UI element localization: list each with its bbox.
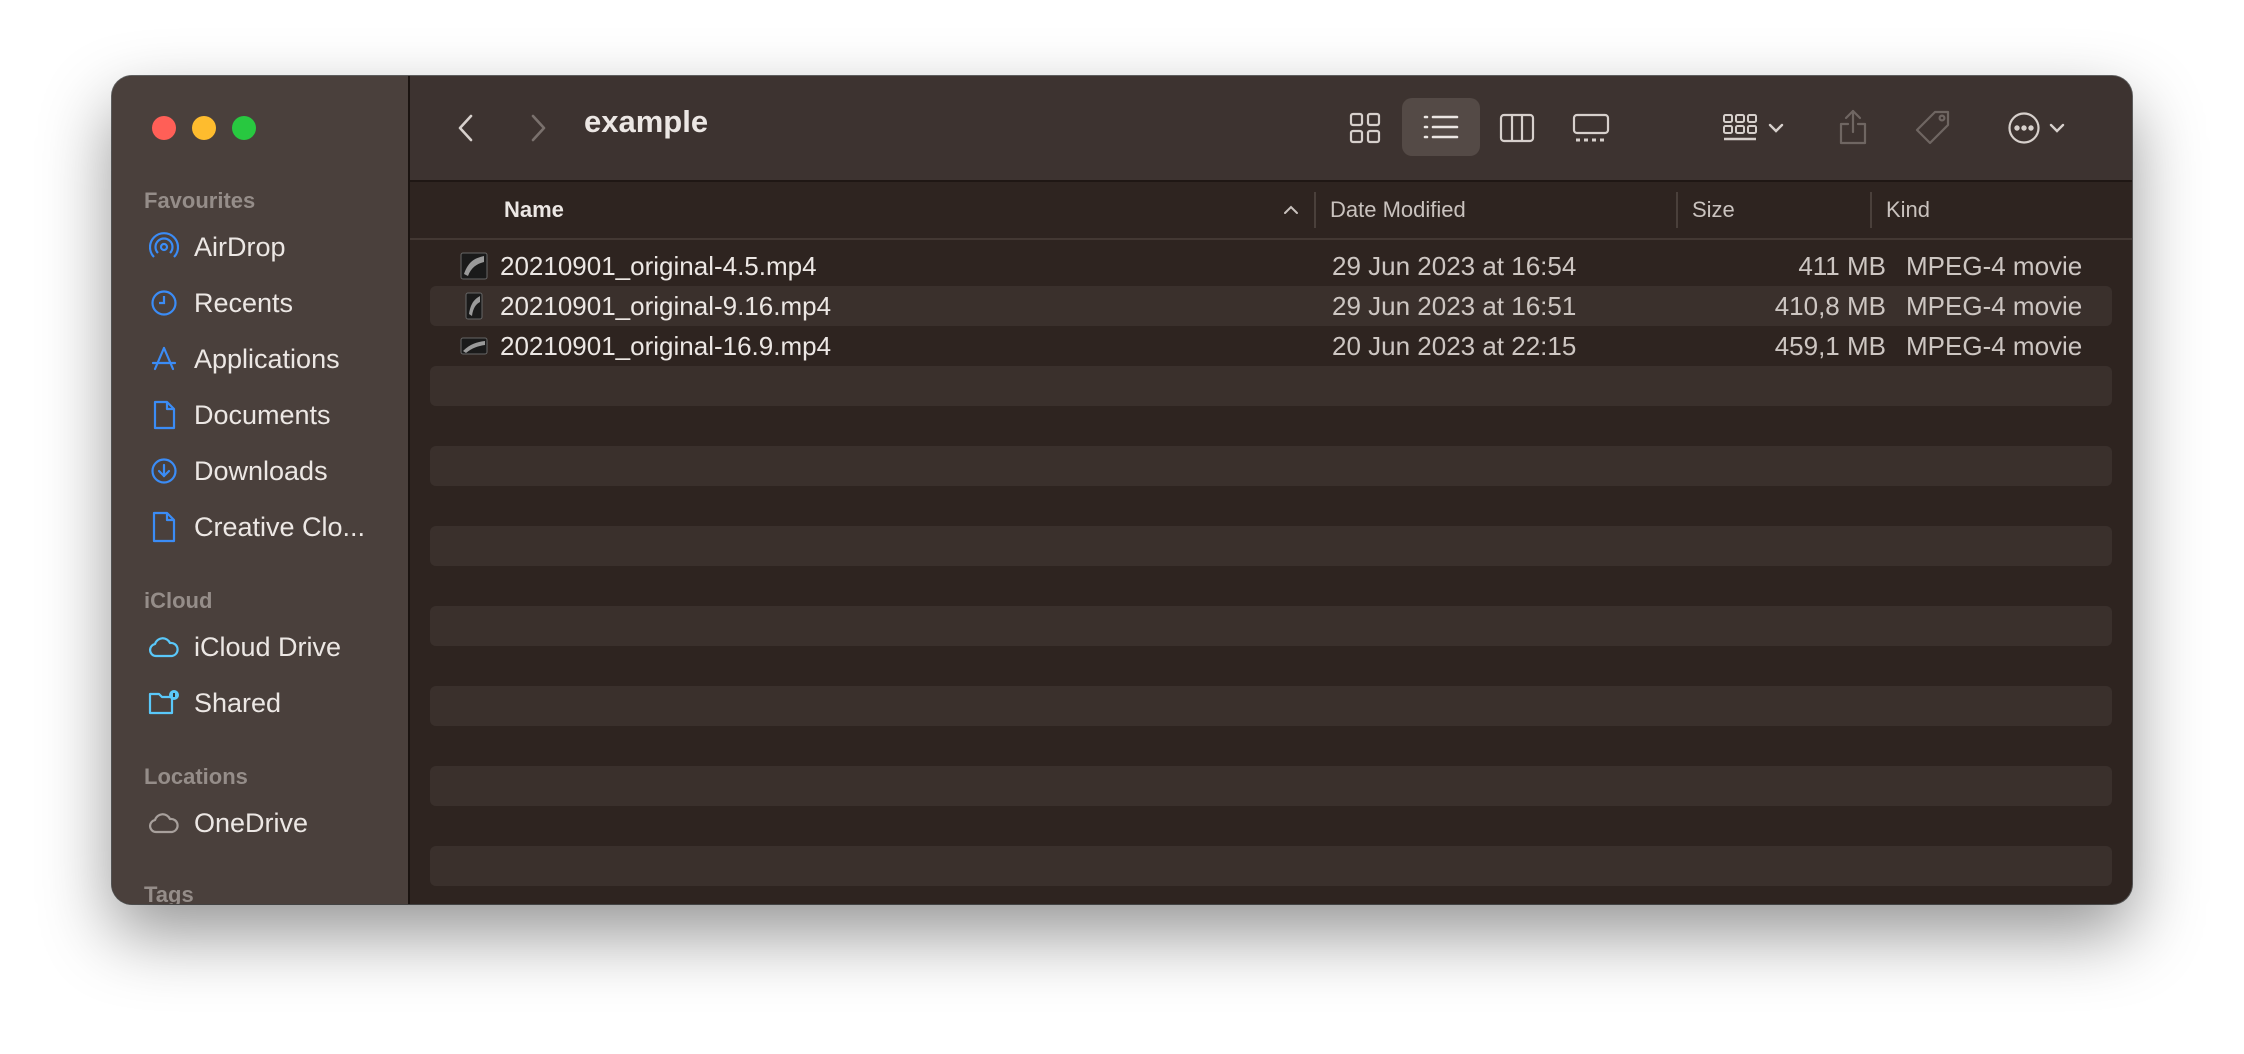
group-icon <box>1723 114 1757 141</box>
sidebar-section-tags: Tags <box>144 882 194 904</box>
minimize-window-button[interactable] <box>192 116 216 140</box>
sidebar-item-label: Recents <box>194 287 294 318</box>
file-size: 410,8 MB <box>1774 290 1886 321</box>
sidebar-item-airdrop[interactable]: AirDrop <box>148 225 398 269</box>
video-thumbnail-icon <box>460 252 488 280</box>
tag-button[interactable] <box>1906 100 1960 156</box>
file-list: 20210901_original-4.5.mp4 29 Jun 2023 at… <box>410 240 2132 904</box>
sidebar-item-label: Creative Clo... <box>194 511 366 542</box>
window-title: example <box>584 104 709 139</box>
empty-row <box>430 526 2112 566</box>
column-separator[interactable] <box>1314 192 1316 228</box>
file-date: 20 Jun 2023 at 22:15 <box>1332 330 1577 361</box>
sidebar-section-icloud: iCloud <box>144 588 213 613</box>
sidebar-item-label: OneDrive <box>194 807 309 838</box>
chevron-right-icon <box>531 114 546 142</box>
column-separator[interactable] <box>1870 192 1872 228</box>
document-icon <box>148 399 180 431</box>
video-thumbnail-icon <box>460 337 488 355</box>
file-row[interactable]: 20210901_original-4.5.mp4 29 Jun 2023 at… <box>430 246 2112 286</box>
sidebar-item-applications[interactable]: Applications <box>148 337 398 381</box>
icon-view-button[interactable] <box>1336 100 1394 156</box>
empty-row <box>430 446 2112 486</box>
column-header-name[interactable]: Name <box>504 182 564 238</box>
toolbar: example <box>410 76 2132 182</box>
sidebar: Favourites AirDrop Recents Applications … <box>112 76 410 904</box>
empty-row <box>430 606 2112 646</box>
file-kind: MPEG-4 movie <box>1906 250 2083 281</box>
clock-icon <box>148 287 180 319</box>
column-separator[interactable] <box>1676 192 1678 228</box>
file-kind: MPEG-4 movie <box>1906 330 2083 361</box>
empty-row <box>430 686 2112 726</box>
file-row[interactable]: 20210901_original-16.9.mp4 20 Jun 2023 a… <box>430 326 2112 366</box>
share-button[interactable] <box>1828 98 1878 156</box>
file-icon <box>148 511 180 543</box>
column-header: Name Date Modified Size Kind <box>410 182 2132 240</box>
sidebar-item-label: Downloads <box>194 455 328 486</box>
sidebar-item-downloads[interactable]: Downloads <box>148 449 398 493</box>
more-actions-button[interactable] <box>1996 100 2076 156</box>
sidebar-item-label: Documents <box>194 399 331 430</box>
share-icon <box>1839 109 1867 145</box>
sidebar-item-creative-cloud[interactable]: Creative Clo... <box>148 505 398 549</box>
back-button[interactable] <box>446 106 486 150</box>
finder-window: Favourites AirDrop Recents Applications … <box>112 76 2132 904</box>
cloud-icon <box>148 631 180 663</box>
columns-icon <box>1499 113 1535 143</box>
gallery-icon <box>1572 113 1610 142</box>
shared-folder-icon <box>148 687 180 719</box>
sidebar-item-shared[interactable]: Shared <box>148 681 398 725</box>
video-thumbnail-icon <box>465 292 483 320</box>
close-window-button[interactable] <box>152 116 176 140</box>
sidebar-item-onedrive[interactable]: OneDrive <box>148 801 398 845</box>
sidebar-item-documents[interactable]: Documents <box>148 393 398 437</box>
list-view-button[interactable] <box>1402 98 1480 156</box>
sidebar-item-recents[interactable]: Recents <box>148 281 398 325</box>
group-by-button[interactable] <box>1710 100 1796 156</box>
file-row[interactable]: 20210901_original-9.16.mp4 29 Jun 2023 a… <box>430 286 2112 326</box>
file-size: 459,1 MB <box>1774 330 1886 361</box>
sidebar-item-label: iCloud Drive <box>194 631 342 662</box>
ellipsis-circle-icon <box>2008 112 2040 144</box>
file-name: 20210901_original-16.9.mp4 <box>500 330 832 361</box>
chevron-left-icon <box>458 114 473 142</box>
list-icon <box>1423 115 1459 139</box>
column-header-kind[interactable]: Kind <box>1886 182 1930 238</box>
gallery-view-button[interactable] <box>1560 100 1622 156</box>
sidebar-item-label: AirDrop <box>194 231 286 262</box>
empty-row <box>430 846 2112 886</box>
applications-icon <box>148 343 180 375</box>
file-name: 20210901_original-4.5.mp4 <box>500 250 817 281</box>
cloud-icon <box>148 807 180 839</box>
sidebar-section-locations: Locations <box>144 764 248 789</box>
airdrop-icon <box>148 231 180 263</box>
sidebar-section-favourites: Favourites <box>144 188 256 213</box>
tag-icon <box>1915 110 1950 145</box>
column-view-button[interactable] <box>1488 100 1546 156</box>
sidebar-item-icloud-drive[interactable]: iCloud Drive <box>148 625 398 669</box>
empty-row <box>430 366 2112 406</box>
grid-icon <box>1349 112 1381 144</box>
download-icon <box>148 455 180 487</box>
sort-ascending-icon[interactable] <box>1278 182 1304 238</box>
file-date: 29 Jun 2023 at 16:54 <box>1332 250 1577 281</box>
sidebar-item-label: Shared <box>194 687 282 718</box>
empty-row <box>430 766 2112 806</box>
file-size: 411 MB <box>1798 250 1886 281</box>
chevron-down-icon <box>2049 123 2065 133</box>
zoom-window-button[interactable] <box>232 116 256 140</box>
column-header-size[interactable]: Size <box>1692 182 1735 238</box>
file-name: 20210901_original-9.16.mp4 <box>500 290 832 321</box>
column-header-date-modified[interactable]: Date Modified <box>1330 182 1466 238</box>
chevron-down-icon <box>1768 123 1784 133</box>
sidebar-item-label: Applications <box>194 343 340 374</box>
file-kind: MPEG-4 movie <box>1906 290 2083 321</box>
forward-button[interactable] <box>518 106 558 150</box>
file-date: 29 Jun 2023 at 16:51 <box>1332 290 1577 321</box>
